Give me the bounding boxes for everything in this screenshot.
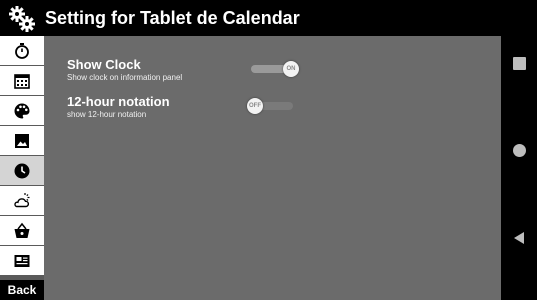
clock-icon bbox=[14, 163, 30, 178]
sidebar-item-news[interactable] bbox=[0, 246, 44, 276]
sidebar-item-timer[interactable] bbox=[0, 36, 44, 66]
news-icon bbox=[14, 254, 30, 267]
basket-icon bbox=[14, 222, 30, 238]
setting-12-hour: 12-hour notation show 12-hour notation bbox=[67, 94, 170, 119]
sidebar-item-shopping[interactable] bbox=[0, 216, 44, 246]
sidebar: Back bbox=[0, 36, 44, 300]
timer-icon bbox=[15, 42, 29, 59]
page-title: Setting for Tablet de Calendar bbox=[45, 8, 300, 28]
sidebar-item-weather[interactable] bbox=[0, 186, 44, 216]
setting-description: show 12-hour notation bbox=[67, 110, 147, 119]
toggle-state-label: ON bbox=[286, 66, 296, 72]
calendar-icon bbox=[14, 73, 30, 89]
setting-title: 12-hour notation bbox=[67, 94, 170, 109]
sidebar-item-theme[interactable] bbox=[0, 96, 44, 126]
title-bar: Setting for Tablet de Calendar bbox=[0, 0, 537, 36]
home-button[interactable] bbox=[513, 144, 526, 157]
setting-description: Show clock on information panel bbox=[67, 73, 183, 82]
back-button[interactable]: Back bbox=[0, 280, 44, 300]
toggle-thumb: ON bbox=[283, 61, 299, 77]
12-hour-toggle[interactable]: OFF bbox=[247, 98, 297, 114]
toggle-state-label: OFF bbox=[249, 103, 261, 109]
weather-icon bbox=[14, 192, 30, 207]
gear-icon bbox=[9, 6, 35, 32]
image-icon bbox=[15, 133, 29, 148]
sidebar-item-image[interactable] bbox=[0, 126, 44, 156]
toggle-thumb: OFF bbox=[247, 98, 263, 114]
setting-title: Show Clock bbox=[67, 57, 141, 72]
sidebar-item-calendar[interactable] bbox=[0, 66, 44, 96]
setting-show-clock: Show Clock Show clock on information pan… bbox=[67, 57, 182, 82]
sidebar-item-clock[interactable] bbox=[0, 156, 44, 186]
show-clock-toggle[interactable]: ON bbox=[251, 61, 299, 77]
palette-icon bbox=[14, 103, 30, 118]
back-triangle-icon[interactable] bbox=[514, 232, 524, 244]
back-label: Back bbox=[7, 283, 37, 297]
recents-button[interactable] bbox=[513, 57, 526, 70]
system-nav-bar bbox=[501, 36, 537, 300]
settings-panel: Show Clock Show clock on information pan… bbox=[44, 36, 501, 300]
